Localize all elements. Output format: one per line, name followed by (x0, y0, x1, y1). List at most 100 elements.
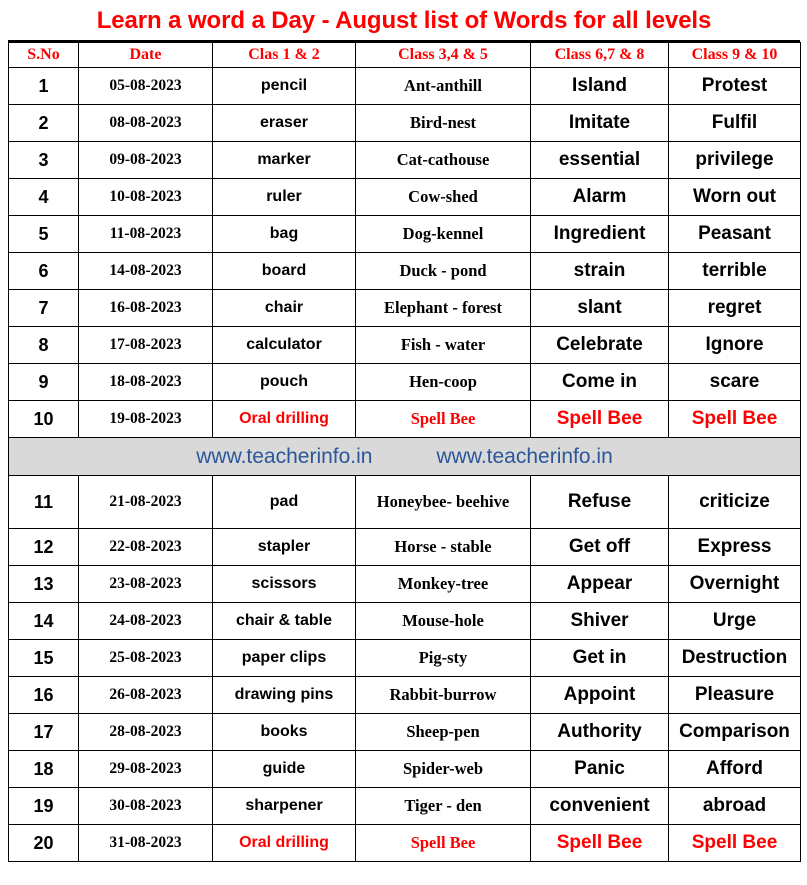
cell-date: 11-08-2023 (78, 215, 213, 253)
cell-date: 21-08-2023 (78, 475, 213, 529)
table-row: 8 17-08-2023 calculator Fish - water Celebra… (8, 326, 801, 364)
cell-class-3-4-5: Spider-web (355, 750, 531, 788)
cell-class-1-2: scissors (212, 565, 356, 603)
cell-class-1-2: books (212, 713, 356, 751)
cell-class-1-2: calculator (212, 326, 356, 364)
cell-class-6-7-8: Get off (530, 528, 669, 566)
cell-date: 29-08-2023 (78, 750, 213, 788)
cell-sno: 19 (8, 787, 79, 825)
cell-sno: 2 (8, 104, 79, 142)
cell-class-1-2: board (212, 252, 356, 290)
cell-date: 30-08-2023 (78, 787, 213, 825)
cell-class-3-4-5: Monkey-tree (355, 565, 531, 603)
table-head: S.No Date Clas 1 & 2 Class 3,4 & 5 Class… (8, 42, 801, 68)
cell-date: 28-08-2023 (78, 713, 213, 751)
cell-class-3-4-5: Sheep-pen (355, 713, 531, 751)
cell-sno: 14 (8, 602, 79, 640)
cell-class-3-4-5: Ant-anthill (355, 67, 531, 105)
cell-date: 31-08-2023 (78, 824, 213, 862)
cell-class-9-10: Peasant (668, 215, 801, 253)
cell-class-3-4-5: Hen-coop (355, 363, 531, 401)
cell-class-1-2: sharpener (212, 787, 356, 825)
cell-class-9-10: Worn out (668, 178, 801, 216)
cell-class-9-10: Pleasure (668, 676, 801, 714)
cell-class-9-10: scare (668, 363, 801, 401)
cell-date: 19-08-2023 (78, 400, 213, 438)
column-header-class-3-4-5: Class 3,4 & 5 (355, 42, 531, 68)
cell-sno: 9 (8, 363, 79, 401)
cell-date: 08-08-2023 (78, 104, 213, 142)
cell-class-9-10: Express (668, 528, 801, 566)
cell-sno: 7 (8, 289, 79, 327)
cell-date: 10-08-2023 (78, 178, 213, 216)
cell-class-9-10: Ignore (668, 326, 801, 364)
cell-class-1-2: marker (212, 141, 356, 179)
cell-class-3-4-5: Spell Bee (355, 400, 531, 438)
cell-class-9-10: criticize (668, 475, 801, 529)
cell-class-6-7-8: Appear (530, 565, 669, 603)
cell-class-6-7-8: Spell Bee (530, 400, 669, 438)
cell-sno: 4 (8, 178, 79, 216)
table-row: 16 26-08-2023 drawing pins Rabbit-burrow App… (8, 676, 801, 714)
cell-class-9-10: Afford (668, 750, 801, 788)
cell-class-9-10: Spell Bee (668, 400, 801, 438)
cell-sno: 18 (8, 750, 79, 788)
word-list-page: Learn a word a Day - August list of Word… (0, 0, 807, 885)
table-header-row: S.No Date Clas 1 & 2 Class 3,4 & 5 Class… (8, 42, 801, 68)
table-row: 6 14-08-2023 board Duck - pond strain terribl… (8, 252, 801, 290)
cell-sno: 8 (8, 326, 79, 364)
cell-class-6-7-8: Panic (530, 750, 669, 788)
table-row: 12 22-08-2023 stapler Horse - stable Get off… (8, 528, 801, 566)
cell-class-3-4-5: Tiger - den (355, 787, 531, 825)
column-header-class-9-10: Class 9 & 10 (668, 42, 801, 68)
table-row: 9 18-08-2023 pouch Hen-coop Come in scare (8, 363, 801, 401)
cell-class-6-7-8: Celebrate (530, 326, 669, 364)
cell-class-6-7-8: Appoint (530, 676, 669, 714)
cell-class-6-7-8: Island (530, 67, 669, 105)
column-header-sno: S.No (8, 42, 79, 68)
cell-class-3-4-5: Fish - water (355, 326, 531, 364)
watermark-text-left: www.teacherinfo.in (196, 444, 373, 468)
cell-class-3-4-5: Horse - stable (355, 528, 531, 566)
table-row: 7 16-08-2023 chair Elephant - forest slant re… (8, 289, 801, 327)
table-row: 15 25-08-2023 paper clips Pig-sty Get in Dest… (8, 639, 801, 677)
cell-class-9-10: terrible (668, 252, 801, 290)
cell-class-1-2: chair & table (212, 602, 356, 640)
table-row: 19 30-08-2023 sharpener Tiger - den convenie… (8, 787, 801, 825)
cell-sno: 11 (8, 475, 79, 529)
cell-class-6-7-8: Shiver (530, 602, 669, 640)
watermark-row: www.teacherinfo.in www.teacherinfo.in (8, 437, 801, 476)
word-list-table: S.No Date Clas 1 & 2 Class 3,4 & 5 Class… (8, 42, 801, 862)
cell-date: 14-08-2023 (78, 252, 213, 290)
cell-class-6-7-8: slant (530, 289, 669, 327)
cell-sno: 17 (8, 713, 79, 751)
cell-class-1-2: stapler (212, 528, 356, 566)
cell-sno: 1 (8, 67, 79, 105)
table-row: 4 10-08-2023 ruler Cow-shed Alarm Worn out (8, 178, 801, 216)
cell-class-1-2: Oral drilling (212, 400, 356, 438)
cell-date: 22-08-2023 (78, 528, 213, 566)
cell-class-3-4-5: Spell Bee (355, 824, 531, 862)
cell-sno: 13 (8, 565, 79, 603)
cell-sno: 10 (8, 400, 79, 438)
table-row: 13 23-08-2023 scissors Monkey-tree Appear Ove… (8, 565, 801, 603)
cell-date: 25-08-2023 (78, 639, 213, 677)
cell-class-1-2: pouch (212, 363, 356, 401)
cell-class-1-2: bag (212, 215, 356, 253)
cell-class-9-10: Spell Bee (668, 824, 801, 862)
cell-sno: 3 (8, 141, 79, 179)
table-row: 17 28-08-2023 books Sheep-pen Authority Compa… (8, 713, 801, 751)
page-title-band: Learn a word a Day - August list of Word… (8, 2, 800, 42)
cell-class-6-7-8: essential (530, 141, 669, 179)
cell-class-3-4-5: Elephant - forest (355, 289, 531, 327)
cell-class-1-2: pad (212, 475, 356, 529)
table-body: 1 05-08-2023 pencil Ant-anthill Island Protes… (8, 67, 801, 862)
cell-date: 17-08-2023 (78, 326, 213, 364)
cell-class-9-10: Overnight (668, 565, 801, 603)
column-header-class-1-2: Clas 1 & 2 (212, 42, 356, 68)
cell-date: 05-08-2023 (78, 67, 213, 105)
cell-date: 16-08-2023 (78, 289, 213, 327)
cell-class-9-10: abroad (668, 787, 801, 825)
cell-sno: 6 (8, 252, 79, 290)
cell-class-3-4-5: Rabbit-burrow (355, 676, 531, 714)
